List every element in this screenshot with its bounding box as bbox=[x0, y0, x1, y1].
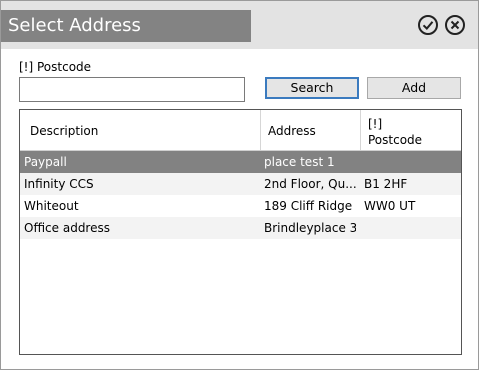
postcode-label: [!] Postcode bbox=[19, 60, 92, 74]
search-button[interactable]: Search bbox=[265, 77, 359, 99]
select-address-dialog: Select Address [!] Postcode Search Add D… bbox=[0, 0, 479, 370]
add-button[interactable]: Add bbox=[367, 77, 461, 99]
grid-header: Description Address [!] Postcode bbox=[20, 110, 461, 151]
x-circle-icon[interactable] bbox=[444, 14, 466, 36]
column-header-address[interactable]: Address bbox=[260, 110, 360, 150]
postcode-input[interactable] bbox=[19, 77, 245, 102]
table-row[interactable]: Whiteout 189 Cliff Ridge WW0 UT bbox=[20, 195, 461, 217]
cell-address: Brindleyplace 3 bbox=[264, 221, 356, 235]
address-grid: Description Address [!] Postcode Paypall… bbox=[19, 109, 462, 355]
column-header-postcode-marker: [!] bbox=[368, 117, 383, 131]
check-circle-icon[interactable] bbox=[417, 14, 439, 36]
cell-description: Office address bbox=[24, 221, 110, 235]
column-header-description[interactable]: Description bbox=[20, 110, 260, 150]
cell-postcode: B1 2HF bbox=[364, 177, 408, 191]
cell-description: Infinity CCS bbox=[24, 177, 94, 191]
cell-postcode bbox=[364, 217, 459, 239]
title-bar: Select Address bbox=[1, 1, 478, 49]
cell-address: place test 1 bbox=[264, 155, 335, 169]
cell-postcode: WW0 UT bbox=[364, 199, 416, 213]
cell-description: Whiteout bbox=[24, 199, 79, 213]
dialog-title: Select Address bbox=[1, 10, 251, 42]
cell-postcode bbox=[364, 151, 459, 173]
column-header-postcode[interactable]: [!] Postcode bbox=[360, 110, 461, 150]
cell-address: 2nd Floor, Qu... bbox=[264, 177, 356, 191]
column-header-postcode-label: Postcode bbox=[368, 133, 423, 147]
table-row[interactable]: Infinity CCS 2nd Floor, Qu... B1 2HF bbox=[20, 173, 461, 195]
table-row[interactable]: Office address Brindleyplace 3 bbox=[20, 217, 461, 239]
cell-description: Paypall bbox=[24, 155, 67, 169]
table-row[interactable]: Paypall place test 1 bbox=[20, 151, 461, 173]
cell-address: 189 Cliff Ridge bbox=[264, 199, 353, 213]
